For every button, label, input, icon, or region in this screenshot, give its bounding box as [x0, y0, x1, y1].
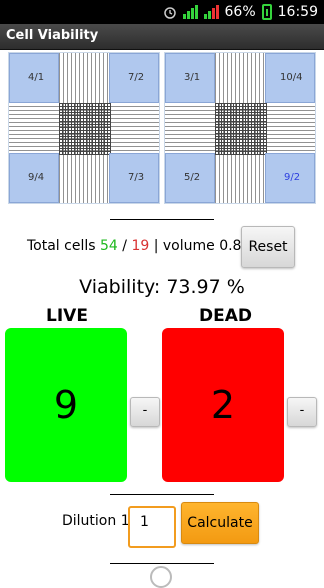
reset-button[interactable]: Reset — [241, 226, 295, 268]
live-decrement-button[interactable]: - — [130, 397, 160, 427]
signal-icon — [203, 5, 219, 19]
corner-square-tr[interactable]: 7/2 — [109, 53, 159, 103]
totals-text: Total cells 54 / 19 | volume 0.8 µl — [27, 238, 259, 254]
corner-square-tr[interactable]: 10/4 — [265, 53, 315, 103]
corner-square-tl[interactable]: 4/1 — [9, 53, 59, 103]
center-square[interactable] — [215, 103, 267, 155]
clock: 16:59 — [277, 4, 318, 20]
corner-square-br[interactable]: 7/3 — [109, 153, 159, 203]
app-title: Cell Viability — [6, 28, 99, 43]
corner-square-tl[interactable]: 3/1 — [165, 53, 215, 103]
status-icons: 66% 16:59 — [163, 3, 318, 21]
dead-decrement-button[interactable]: - — [287, 397, 317, 427]
live-total: 54 — [99, 238, 118, 254]
dead-total: 19 — [131, 238, 150, 254]
dilution-input[interactable]: 1 — [128, 506, 176, 548]
corner-square-bl[interactable]: 9/4 — [9, 153, 59, 203]
title-bar: Cell Viability — [0, 24, 324, 50]
dead-counter-panel[interactable]: 2 — [162, 328, 284, 482]
live-counter-panel[interactable]: 9 — [5, 328, 127, 482]
square-count: 5/2 — [184, 172, 201, 183]
scroll-indicator-icon — [150, 566, 172, 588]
dead-header: DEAD — [199, 306, 252, 326]
dilution-label: Dilution 1: — [62, 513, 135, 529]
square-count: 3/1 — [184, 72, 201, 83]
alarm-icon — [163, 5, 177, 19]
square-count-selected: 9/2 — [284, 172, 301, 183]
viability-result: Viability: 73.97 % — [79, 276, 245, 298]
status-bar: 66% 16:59 — [0, 0, 324, 24]
divider — [110, 494, 214, 495]
corner-square-br[interactable]: 9/2 — [265, 153, 315, 203]
totals-slash: / — [122, 238, 127, 254]
corner-square-bl[interactable]: 5/2 — [165, 153, 215, 203]
square-count: 7/2 — [128, 72, 145, 83]
square-count: 7/3 — [128, 172, 145, 183]
divider — [110, 219, 214, 220]
battery-percent: 66% — [224, 4, 256, 20]
square-count: 4/1 — [28, 72, 45, 83]
live-count: 9 — [53, 383, 79, 427]
square-count: 10/4 — [280, 72, 303, 83]
live-header: LIVE — [46, 306, 88, 326]
chamber-left[interactable]: 4/1 7/2 9/4 7/3 — [8, 52, 160, 204]
signal-h-icon — [182, 5, 198, 19]
chamber-right[interactable]: 3/1 10/4 5/2 9/2 — [164, 52, 316, 204]
totals-prefix: Total cells — [27, 238, 96, 254]
battery-icon — [261, 4, 272, 20]
hemocytometer-grid[interactable]: 4/1 7/2 9/4 7/3 3/1 10/4 5/2 9/2 — [8, 52, 316, 204]
calculate-button[interactable]: Calculate — [181, 502, 259, 544]
center-square[interactable] — [59, 103, 111, 155]
dead-count: 2 — [210, 383, 236, 427]
divider — [110, 563, 214, 564]
square-count: 9/4 — [28, 172, 45, 183]
